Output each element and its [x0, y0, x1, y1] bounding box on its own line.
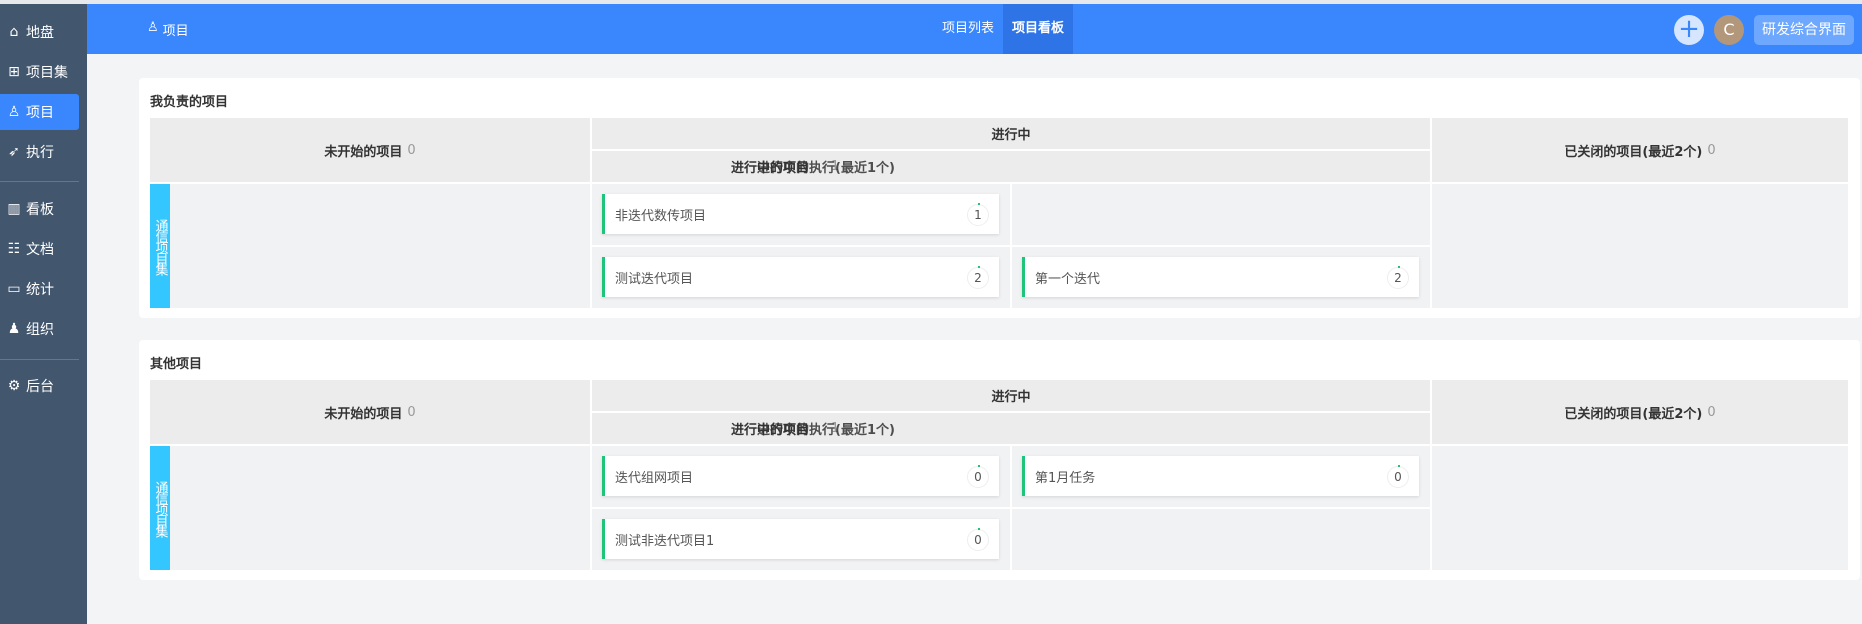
- sidebar-item-label: 执行: [26, 145, 54, 161]
- sidebar-item-1[interactable]: ⊞ 项目集: [0, 54, 79, 90]
- sidebar-item-2[interactable]: ♙ 项目: [0, 94, 79, 130]
- chart-icon: ▭: [7, 281, 21, 297]
- program-group-label[interactable]: 通信项目集: [150, 184, 170, 308]
- not-started-cell: [150, 446, 590, 570]
- sidebar-item-label: 统计: [26, 282, 54, 298]
- header-doing: 进行中: [592, 118, 1430, 149]
- sidebar-item-label: 看板: [26, 202, 54, 218]
- sidebar-item-5[interactable]: ☷ 文档: [0, 231, 79, 267]
- label: 进行中: [991, 390, 1031, 405]
- run-icon: ➶: [8, 144, 20, 160]
- label: 进行中: [991, 128, 1031, 143]
- tab-project-kanban[interactable]: 项目看板: [1003, 4, 1074, 54]
- project-name: 测试非迭代项目1: [615, 533, 715, 549]
- label-doing-exec: 进行中的执行(最近1个): [757, 423, 895, 438]
- header-closed: 已关闭的项目(最近2个) 0: [1432, 118, 1848, 182]
- sidebar-item-label: 项目: [26, 105, 54, 121]
- user-icon: ♟: [7, 321, 21, 337]
- header-doing-sub: 进行中的项目 进行中的执行(最近1个) 1: [592, 151, 1430, 182]
- kanban-icon: ▥: [7, 201, 21, 217]
- project-card[interactable]: 非迭代数传项目 1: [602, 194, 999, 234]
- execution-card[interactable]: 第1月任务 0: [1022, 456, 1419, 496]
- closed-cell: [1432, 184, 1848, 308]
- kanban-grid: 未开始的项目 0 进行中 进行中的项目 进行中的执行(最近1个) 1 已关闭的项目(最近2个…: [150, 118, 1848, 308]
- header-not-started: 未开始的项目 0: [150, 118, 590, 182]
- label-doing-exec: 进行中的执行(最近1个): [757, 161, 895, 176]
- progress-count: 2: [1387, 266, 1409, 289]
- section-title: 我负责的项目: [150, 95, 229, 110]
- section-card: 我负责的项目 未开始的项目 0 进行中 进行中的项目 进行中的执行(最近1个) 1 已关闭的项…: [139, 78, 1860, 318]
- rocket-icon: ♙: [7, 104, 21, 120]
- label: 未开始的项目: [324, 144, 403, 160]
- section-card: 其他项目 未开始的项目 0 进行中 进行中的项目 进行中的执行(最近1个) 1 已关闭的项目(…: [139, 340, 1860, 580]
- project-name: 非迭代数传项目: [615, 208, 707, 224]
- sidebar-item-7[interactable]: ♟ 组织: [0, 311, 79, 347]
- progress-count: 2: [967, 266, 989, 289]
- project-name: 测试迭代项目: [615, 271, 694, 287]
- progress-count: 0: [967, 465, 989, 488]
- execution-card[interactable]: 第一个迭代 2: [1022, 257, 1419, 297]
- progress-count: 1: [967, 203, 989, 226]
- project-name: 迭代组网项目: [615, 470, 694, 486]
- rocket-icon: ♙: [147, 20, 159, 35]
- project-card[interactable]: 测试非迭代项目1 0: [602, 519, 999, 559]
- header-title: ♙ 项目: [147, 20, 189, 39]
- tab-project-list[interactable]: 项目列表: [933, 4, 1003, 54]
- sidebar-item-label: 地盘: [26, 25, 54, 41]
- rd-interface-button[interactable]: 研发综合界面: [1754, 15, 1854, 45]
- sidebar-divider: [0, 359, 79, 360]
- sidebar-item-8[interactable]: ⚙ 后台: [0, 368, 79, 404]
- count: 0: [1707, 404, 1716, 420]
- progress-count: 0: [967, 528, 989, 551]
- sidebar-item-label: 文档: [26, 242, 54, 258]
- header-not-started: 未开始的项目 0: [150, 380, 590, 444]
- sidebar: ⌂ 地盘 ⊞ 项目集 ♙ 项目 ➶ 执行 ▥ 看板 ☷ 文档 ▭ 统计 ♟ 组织 ⚙ 后台: [0, 4, 87, 624]
- sidebar-item-4[interactable]: ▥ 看板: [0, 191, 79, 227]
- execution-name: 第1月任务: [1035, 470, 1096, 486]
- grid-icon: ⊞: [8, 64, 20, 80]
- avatar[interactable]: C: [1714, 15, 1744, 45]
- top-header: ♙ 项目 项目列表 项目看板 + C 研发综合界面: [87, 4, 1862, 54]
- closed-cell: [1432, 446, 1848, 570]
- header-closed: 已关闭的项目(最近2个) 0: [1432, 380, 1848, 444]
- sidebar-divider: [0, 181, 79, 182]
- home-icon: ⌂: [9, 24, 19, 40]
- sidebar-item-3[interactable]: ➶ 执行: [0, 134, 79, 170]
- header-doing-sub: 进行中的项目 进行中的执行(最近1个) 1: [592, 413, 1430, 444]
- label: 已关闭的项目(最近2个): [1564, 406, 1703, 422]
- sidebar-item-0[interactable]: ⌂ 地盘: [0, 14, 79, 50]
- label: 未开始的项目: [324, 406, 403, 422]
- doing-exec-cell: [1012, 184, 1430, 245]
- document-icon: ☷: [7, 241, 21, 257]
- sidebar-item-6[interactable]: ▭ 统计: [0, 271, 79, 307]
- count: 0: [407, 142, 416, 158]
- section-title: 其他项目: [150, 357, 203, 372]
- progress-count: 0: [1387, 465, 1409, 488]
- doing-exec-cell: [1012, 509, 1430, 570]
- execution-name: 第一个迭代: [1035, 271, 1101, 287]
- header-doing: 进行中: [592, 380, 1430, 411]
- sidebar-item-label: 后台: [26, 379, 54, 395]
- project-card[interactable]: 测试迭代项目 2: [602, 257, 999, 297]
- not-started-cell: [150, 184, 590, 308]
- sidebar-item-label: 组织: [26, 322, 54, 338]
- label: 已关闭的项目(最近2个): [1564, 144, 1703, 160]
- gear-icon: ⚙: [7, 378, 21, 394]
- sidebar-item-label: 项目集: [26, 65, 68, 81]
- program-group-label[interactable]: 通信项目集: [150, 446, 170, 570]
- count: 0: [407, 404, 416, 420]
- create-plus-button[interactable]: +: [1674, 15, 1704, 45]
- kanban-grid: 未开始的项目 0 进行中 进行中的项目 进行中的执行(最近1个) 1 已关闭的项目(最近2个…: [150, 380, 1848, 570]
- count: 0: [1707, 142, 1716, 158]
- project-card[interactable]: 迭代组网项目 0: [602, 456, 999, 496]
